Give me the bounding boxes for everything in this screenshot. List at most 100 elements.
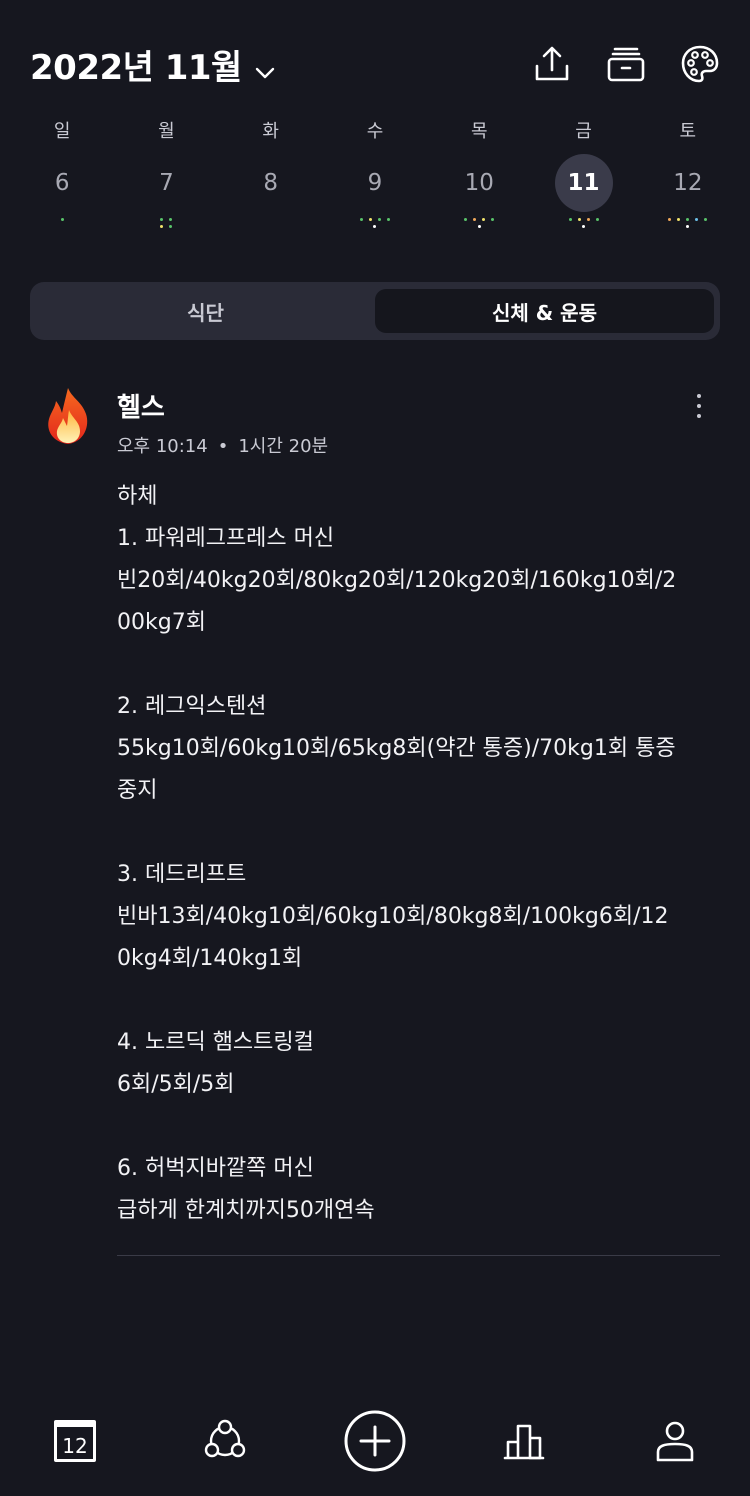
- entry-meta: 오후 10:14 • 1시간 20분: [117, 432, 720, 462]
- dot-row: [160, 225, 173, 228]
- dot-row: [359, 218, 390, 221]
- tab-diet[interactable]: 식단: [36, 289, 375, 333]
- activity-dot: [359, 218, 363, 221]
- nav-profile[interactable]: [635, 1401, 715, 1481]
- entry-divider: [117, 1255, 720, 1256]
- activity-dot: [582, 225, 586, 228]
- calendar-day-label: 12: [62, 1434, 87, 1458]
- entry-body: 헬스 오후 10:14 • 1시간 20분 하체 1. 파워레그프레스 머신 빈20…: [117, 386, 720, 1232]
- activity-dot: [595, 218, 599, 221]
- weekday-label: 목: [470, 121, 488, 142]
- activity-dots: [359, 218, 390, 232]
- activity-dot: [668, 218, 672, 221]
- entry-duration: 1시간 20분: [238, 436, 329, 457]
- nav-stats[interactable]: [485, 1401, 565, 1481]
- bottom-navigation: 12: [0, 1386, 750, 1496]
- community-icon: [204, 1419, 246, 1458]
- weekday-label: 일: [53, 121, 71, 142]
- entry-title: 헬스: [117, 393, 165, 423]
- activity-dot: [160, 225, 164, 228]
- activity-dot: [60, 218, 64, 221]
- day-cell[interactable]: 목 10: [427, 112, 531, 232]
- calendar-icon: 12: [54, 1420, 96, 1462]
- weekday-label: 수: [366, 121, 384, 142]
- day-cell[interactable]: 토 12: [636, 112, 740, 232]
- activity-dots: [568, 218, 599, 232]
- day-number: 12: [673, 170, 703, 196]
- activity-dot: [477, 225, 481, 228]
- tab-body-exercise[interactable]: 신체 & 운동: [375, 289, 714, 333]
- entry-note: 하체 1. 파워레그프레스 머신 빈20회/40kg20회/80kg20회/12…: [117, 484, 677, 1223]
- view-tabs: 식단 신체 & 운동: [30, 282, 720, 340]
- weekday-label: 월: [158, 121, 175, 142]
- chevron-down-icon: [254, 53, 276, 79]
- activity-dot: [577, 218, 581, 221]
- weekday-label: 화: [262, 121, 279, 142]
- activity-dot: [568, 218, 572, 221]
- activity-dot: [704, 218, 708, 221]
- nav-community[interactable]: [185, 1401, 265, 1481]
- day-cell[interactable]: 월 7: [114, 112, 218, 232]
- nav-add[interactable]: [335, 1401, 415, 1481]
- day-number: 6: [54, 170, 70, 196]
- day-number: 10: [464, 170, 494, 196]
- share-icon[interactable]: [532, 44, 572, 84]
- nav-calendar[interactable]: 12: [35, 1401, 115, 1481]
- exercise-entry: 헬스 오후 10:14 • 1시간 20분 하체 1. 파워레그프레스 머신 빈20…: [40, 386, 720, 1232]
- activity-dot: [677, 218, 681, 221]
- dot-row: [582, 225, 586, 228]
- activity-dots: [464, 218, 495, 232]
- activity-dot: [386, 218, 390, 221]
- dot-row: [477, 225, 481, 228]
- palette-icon[interactable]: [680, 44, 720, 84]
- dot-row: [373, 225, 377, 228]
- activity-dot: [473, 218, 477, 221]
- activity-dot: [368, 218, 372, 221]
- meta-separator: •: [217, 436, 229, 457]
- week-strip: 일 6 월 7 화 8 수 9 목 10 금 11 토 12: [10, 112, 740, 232]
- flame-icon: [42, 386, 94, 446]
- activity-dots: [668, 218, 708, 232]
- activity-dots: [60, 218, 64, 232]
- activity-dot: [482, 218, 486, 221]
- add-circle-icon: [344, 1410, 406, 1472]
- dot-row: [568, 218, 599, 221]
- weekday-label: 토: [679, 121, 697, 142]
- dot-row: [686, 225, 690, 228]
- day-number: 9: [367, 170, 383, 196]
- activity-dot: [373, 225, 377, 228]
- profile-icon: [656, 1421, 694, 1462]
- dot-row: [464, 218, 495, 221]
- bar-chart-icon: [503, 1424, 545, 1460]
- activity-dot: [491, 218, 495, 221]
- activity-dot: [686, 218, 690, 221]
- dot-row: [668, 218, 708, 221]
- activity-dot: [695, 218, 699, 221]
- day-cell[interactable]: 수 9: [323, 112, 427, 232]
- day-cell[interactable]: 화 8: [219, 112, 323, 232]
- activity-dot: [586, 218, 590, 221]
- day-number-selected: 11: [554, 154, 613, 212]
- day-number: 8: [263, 170, 279, 196]
- day-cell-selected[interactable]: 금 11: [531, 112, 635, 232]
- header-actions: [532, 44, 720, 84]
- app-root: 2022년 11월 일 6 월 7 화 8 수 9 목 10 금 11 토 12…: [0, 0, 750, 1496]
- dot-row: [160, 218, 173, 221]
- activity-dot: [377, 218, 381, 221]
- activity-dots: [160, 218, 173, 232]
- day-cell[interactable]: 일 6: [10, 112, 114, 232]
- activity-dot: [160, 218, 164, 221]
- top-header: 2022년 11월: [30, 34, 720, 94]
- more-options-icon[interactable]: [694, 394, 704, 418]
- month-title: 2022년 11월: [30, 47, 242, 88]
- day-number: 7: [159, 170, 174, 196]
- entry-time: 오후 10:14: [117, 436, 208, 457]
- archive-box-icon[interactable]: [606, 44, 646, 84]
- dot-row: [60, 218, 64, 221]
- activity-dot: [464, 218, 468, 221]
- month-selector[interactable]: 2022년 11월: [30, 40, 276, 89]
- activity-dot: [169, 218, 173, 221]
- activity-dot: [169, 225, 173, 228]
- activity-dot: [686, 225, 690, 228]
- weekday-label: 금: [575, 121, 592, 142]
